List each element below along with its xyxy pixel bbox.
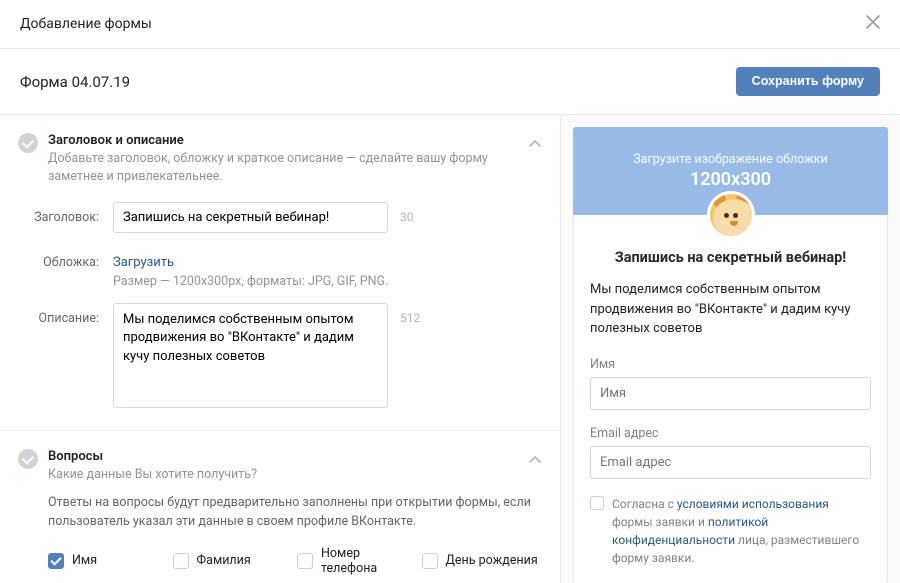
- title-row: Форма 04.07.19 Сохранить форму: [0, 49, 900, 115]
- cover-text: Загрузите изображение обложки: [633, 152, 828, 167]
- heading-counter: 30: [400, 202, 414, 224]
- question-checkbox[interactable]: Имя: [48, 546, 169, 576]
- questions-note: Ответы на вопросы будут предварительно з…: [48, 494, 542, 532]
- check-icon: [18, 133, 38, 153]
- consent-row: Согласна с условиями использования формы…: [590, 495, 871, 567]
- question-checkbox[interactable]: День рождения: [422, 546, 543, 576]
- checkbox-label: Имя: [72, 553, 97, 568]
- checkbox-icon: [422, 553, 438, 569]
- question-checkbox[interactable]: Номер телефона: [297, 546, 418, 576]
- section-title: Заголовок и описание: [48, 133, 542, 148]
- upload-cover-link[interactable]: Загрузить: [113, 255, 174, 270]
- question-checkbox[interactable]: Фамилия: [173, 546, 294, 576]
- section-subtitle: Добавьте заголовок, обложку и краткое оп…: [48, 150, 542, 186]
- preview-title: Запишись на секретный вебинар!: [590, 249, 871, 266]
- description-label: Описание:: [18, 303, 113, 326]
- avatar: [707, 191, 755, 239]
- modal-header: Добавление формы: [0, 0, 900, 49]
- modal-title: Добавление формы: [20, 16, 152, 32]
- section-header-description: Заголовок и описание Добавьте заголовок,…: [0, 115, 560, 431]
- form-name: Форма 04.07.19: [20, 73, 130, 91]
- preview-field-label: Email адрес: [590, 426, 871, 441]
- checkbox-label: Фамилия: [197, 553, 251, 568]
- collapse-toggle[interactable]: [528, 453, 542, 471]
- cover-label: Обложка:: [18, 247, 113, 270]
- section-subtitle: Какие данные Вы хотите получить?: [48, 466, 542, 484]
- consent-text: Согласна с: [612, 497, 677, 511]
- preview-panel: Загрузите изображение обложки 1200x300 З…: [560, 115, 900, 583]
- heading-input[interactable]: [113, 202, 388, 233]
- checkbox-label: День рождения: [446, 553, 538, 568]
- checkbox-icon: [48, 553, 64, 569]
- cover-dimensions: 1200x300: [690, 169, 771, 190]
- consent-checkbox[interactable]: [590, 496, 604, 510]
- cover-hint: Размер — 1200x300px, форматы: JPG, GIF, …: [113, 274, 388, 289]
- editor-panel: Заголовок и описание Добавьте заголовок,…: [0, 115, 560, 583]
- heading-label: Заголовок:: [18, 202, 113, 225]
- section-title: Вопросы: [48, 449, 542, 464]
- section-questions: Вопросы Какие данные Вы хотите получить?…: [0, 431, 560, 583]
- checkbox-label: Номер телефона: [321, 546, 418, 576]
- terms-link[interactable]: условиями использования: [677, 497, 829, 511]
- description-textarea[interactable]: [113, 303, 388, 408]
- preview-field-label: Имя: [590, 357, 871, 372]
- collapse-toggle[interactable]: [528, 137, 542, 155]
- hamster-icon: [710, 191, 752, 239]
- save-form-button[interactable]: Сохранить форму: [736, 67, 880, 96]
- consent-text: формы заявки и: [612, 515, 708, 529]
- preview-description: Мы поделимся собственным опытом продвиже…: [590, 280, 871, 339]
- cover-placeholder[interactable]: Загрузите изображение обложки 1200x300: [573, 127, 888, 215]
- check-icon: [18, 449, 38, 469]
- preview-email-input[interactable]: [590, 446, 871, 479]
- checkbox-icon: [173, 553, 189, 569]
- description-counter: 512: [400, 303, 420, 325]
- checkbox-icon: [297, 553, 313, 569]
- close-icon[interactable]: [866, 15, 880, 33]
- preview-name-input[interactable]: [590, 377, 871, 410]
